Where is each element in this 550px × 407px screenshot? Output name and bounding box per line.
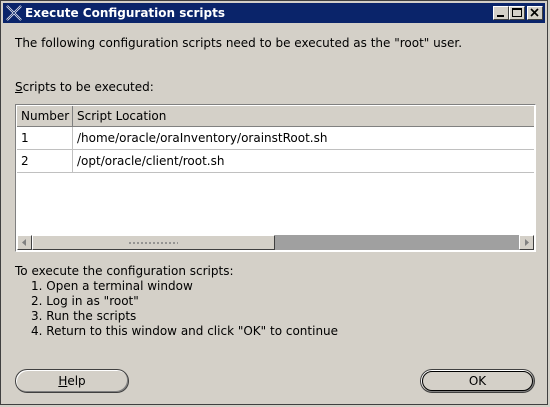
instructions-heading: To execute the configuration scripts: [15,264,234,278]
scripts-table: Number Script Location 1 /home/oracle/or… [15,104,536,252]
instruction-step: 1. Open a terminal window [31,279,193,293]
horizontal-scrollbar[interactable] [17,235,534,250]
close-button[interactable] [527,6,543,20]
instruction-step: 4. Return to this window and click "OK" … [31,324,339,338]
arrow-right-icon [525,239,529,246]
minimize-icon [497,15,504,17]
maximize-icon [512,8,522,17]
column-header-location[interactable]: Script Location [73,106,535,126]
help-mnemonic: H [58,374,68,388]
close-icon [530,8,539,17]
table-header: Number Script Location [17,106,534,127]
dialog-window: Execute Configuration scripts The follow… [0,0,548,405]
help-label-rest: elp [67,374,86,388]
grip-icon [128,241,178,245]
description-text: The following configuration scripts need… [15,36,463,50]
x-window-icon [6,5,22,21]
window-title: Execute Configuration scripts [25,6,225,20]
help-button[interactable]: Help [15,369,129,393]
scripts-label-mnemonic: S [15,80,23,94]
scroll-left-button[interactable] [17,235,32,250]
maximize-button[interactable] [509,6,525,20]
arrow-left-icon [22,239,26,246]
instruction-step: 2. Log in as "root" [31,294,139,308]
scroll-right-button[interactable] [519,235,534,250]
minimize-button[interactable] [493,6,509,20]
row-location: /home/oracle/oraInventory/orainstRoot.sh [77,131,328,145]
scrollbar-thumb[interactable] [32,235,275,250]
scrollbar-track[interactable] [275,235,519,250]
table-row[interactable]: 2 /opt/oracle/client/root.sh [17,150,534,173]
row-location: /opt/oracle/client/root.sh [77,154,225,168]
instruction-step: 3. Run the scripts [31,309,137,323]
row-number: 1 [17,127,73,149]
row-number: 2 [17,150,73,172]
ok-button[interactable]: OK [420,369,535,393]
scripts-label-rest: cripts to be executed: [22,80,154,94]
table-row[interactable]: 1 /home/oracle/oraInventory/orainstRoot.… [17,127,534,150]
instructions: To execute the configuration scripts: 1.… [15,264,338,339]
scripts-label: Scripts to be executed: [15,80,154,94]
column-header-number[interactable]: Number [17,106,73,126]
title-bar[interactable]: Execute Configuration scripts [3,3,545,23]
